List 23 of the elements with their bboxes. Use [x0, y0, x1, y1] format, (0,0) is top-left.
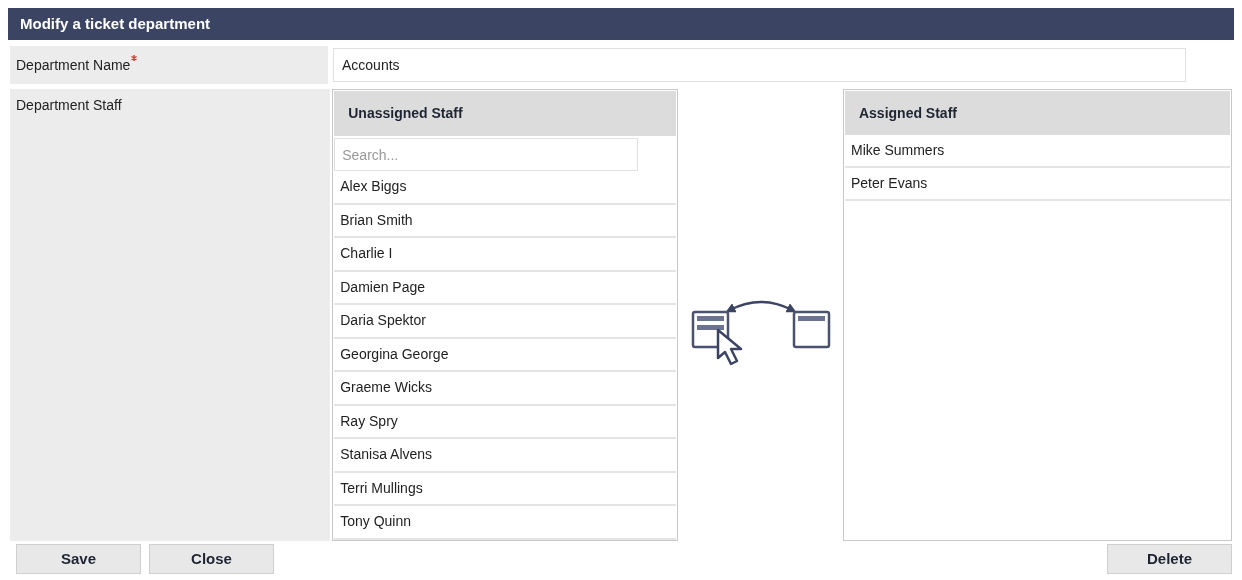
staff-list-item[interactable]: Damien Page: [334, 271, 677, 305]
department-name-field[interactable]: Accounts: [333, 48, 1186, 82]
staff-list-item[interactable]: Graeme Wicks: [334, 372, 677, 406]
staff-list-item[interactable]: Alex Biggs: [334, 171, 677, 205]
panel-header: Assigned Staff: [844, 91, 1230, 135]
staff-list-item[interactable]: Mike Summers: [844, 135, 1230, 168]
staff-list-item[interactable]: Peter Evans: [844, 168, 1230, 201]
staff-list-item[interactable]: Daria Spektor: [334, 305, 677, 339]
staff-list-item[interactable]: Ray Spry: [334, 405, 677, 439]
field-label: Department Name: [10, 46, 328, 84]
staff-list-item[interactable]: Tony Quinn: [334, 506, 677, 540]
staff-list-item[interactable]: Stanisa Alvens: [334, 439, 677, 473]
delete-button[interactable]: Delete: [1107, 544, 1232, 574]
staff-list-item[interactable]: Georgina George: [334, 338, 677, 372]
field-label: Department Staff: [10, 89, 331, 541]
dialog-button[interactable]: Close: [149, 544, 274, 574]
panel-header: Unassigned Staff: [334, 91, 677, 136]
staff-list-item[interactable]: Brian Smith: [334, 204, 677, 238]
staff-list-item[interactable]: Charlie I: [334, 238, 677, 272]
dialog-button[interactable]: Save: [16, 544, 141, 574]
dialog-title-bar: Modify a ticket department: [8, 8, 1234, 40]
search-field[interactable]: Search...: [334, 138, 639, 171]
staff-list-item[interactable]: Terri Mullings: [334, 472, 677, 506]
